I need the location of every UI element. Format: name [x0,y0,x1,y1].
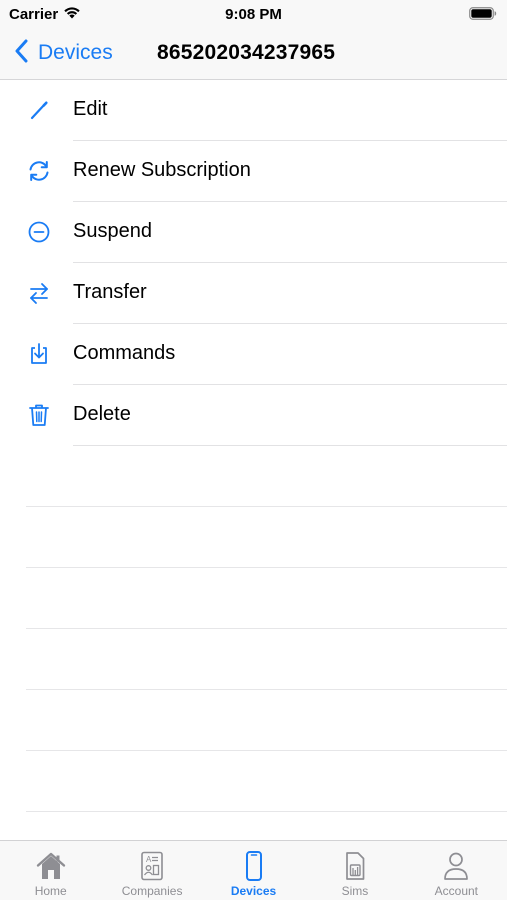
back-button[interactable]: Devices [14,38,113,68]
delete-action-label: Delete [73,403,131,425]
empty-row [0,507,507,568]
tab-sims[interactable]: Sims [304,841,405,900]
tab-devices-label: Devices [230,884,277,898]
commands-action-label: Commands [73,342,176,364]
tab-account[interactable]: Account [406,841,507,900]
empty-row [0,751,507,812]
suspend-action-label: Suspend [73,220,152,242]
renew-subscription-label: Renew Subscription [73,159,251,181]
back-button-label: Devices [38,41,113,64]
refresh-icon [26,158,52,184]
chevron-left-icon [14,39,28,68]
renew-subscription-action[interactable]: Renew Subscription [0,141,507,202]
transfer-action-label: Transfer [73,281,147,303]
trash-icon [26,402,52,428]
device-actions-list: Edit Renew Subscription Suspend Transfer… [0,80,507,446]
tab-sims-label: Sims [341,884,369,898]
suspend-action[interactable]: Suspend [0,202,507,263]
tab-home[interactable]: Home [0,841,101,900]
edit-action[interactable]: Edit [0,80,507,141]
battery-icon [469,7,497,20]
edit-action-label: Edit [73,98,108,120]
tab-bar: Home A Companies Devices Sims Account [0,840,507,900]
sim-card-icon [340,850,370,882]
clock-label: 9:08 PM [225,6,282,23]
contact-card-icon: A [137,850,167,882]
pencil-icon [26,97,52,123]
status-bar: Carrier 9:08 PM [0,0,507,28]
empty-row [0,629,507,690]
empty-table-rows [0,446,507,812]
transfer-action[interactable]: Transfer [0,263,507,324]
commands-action[interactable]: Commands [0,324,507,385]
delete-action[interactable]: Delete [0,385,507,446]
tab-companies-label: Companies [121,884,183,898]
person-icon [441,850,471,882]
empty-row [0,568,507,629]
tab-devices[interactable]: Devices [203,841,304,900]
page-title: 865202034237965 [157,41,336,64]
tab-home-label: Home [34,884,67,898]
tab-companies[interactable]: A Companies [101,841,202,900]
navigation-bar: Devices 865202034237965 [0,28,507,80]
phone-icon [239,850,269,882]
transfer-arrows-icon [26,280,52,306]
tab-account-label: Account [434,884,478,898]
house-icon [36,850,66,882]
minus-circle-icon [26,219,52,245]
download-tray-icon [26,341,52,367]
empty-row [0,690,507,751]
svg-text:A: A [146,855,152,864]
empty-row [0,446,507,507]
